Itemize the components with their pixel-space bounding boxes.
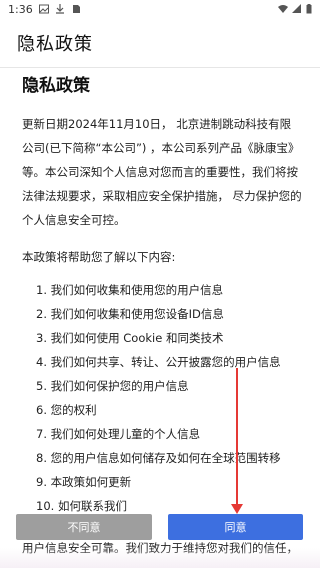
battery-icon <box>306 4 312 14</box>
disagree-button[interactable]: 不同意 <box>16 514 152 540</box>
status-bar: 1:36 <box>0 0 320 18</box>
annotation-arrow-line <box>236 368 238 506</box>
table-of-contents: 1. 我们如何收集和使用您的用户信息 2. 我们如何收集和使用您设备ID信息 3… <box>36 278 302 518</box>
intro-paragraph: 更新日期2024年11月10日， 北京进制跳动科技有限公司(已下简称“本公司”)… <box>22 117 302 227</box>
status-time: 1:36 <box>8 2 33 16</box>
toc-item: 5. 我们如何保护您的用户信息 <box>36 379 189 393</box>
toc-item: 1. 我们如何收集和使用您的用户信息 <box>36 283 224 297</box>
page-title: 隐私政策 <box>17 33 93 55</box>
toc-item: 6. 您的权利 <box>36 403 97 417</box>
toc-item: 7. 我们如何处理儿童的个人信息 <box>36 427 201 441</box>
toc-item: 2. 我们如何收集和使用您设备ID信息 <box>36 307 224 321</box>
agree-button[interactable]: 同意 <box>168 514 303 540</box>
app-header: 隐私政策 <box>0 18 320 68</box>
bottom-fade <box>0 548 320 568</box>
toc-item: 3. 我们如何使用 Cookie 和同类技术 <box>36 331 224 345</box>
toc-item: 4. 我们如何共享、转让、公开披露您的用户信息 <box>36 355 281 369</box>
download-icon <box>55 4 64 14</box>
toc-item: 9. 本政策如何更新 <box>36 475 132 489</box>
toc-intro: 本政策将帮助您了解以下内容: <box>22 250 176 264</box>
policy-content[interactable]: 隐私政策 更新日期2024年11月10日， 北京进制跳动科技有限公司(已下简称“… <box>0 68 320 568</box>
wifi-icon <box>278 5 288 13</box>
annotation-arrow-head <box>231 504 243 514</box>
toc-item: 8. 您的用户信息如何储存及如何在全球范围转移 <box>36 451 281 465</box>
signal-icon <box>292 4 301 13</box>
sim-icon <box>72 5 80 13</box>
document-title: 隐私政策 <box>22 76 90 96</box>
image-icon <box>38 4 49 14</box>
